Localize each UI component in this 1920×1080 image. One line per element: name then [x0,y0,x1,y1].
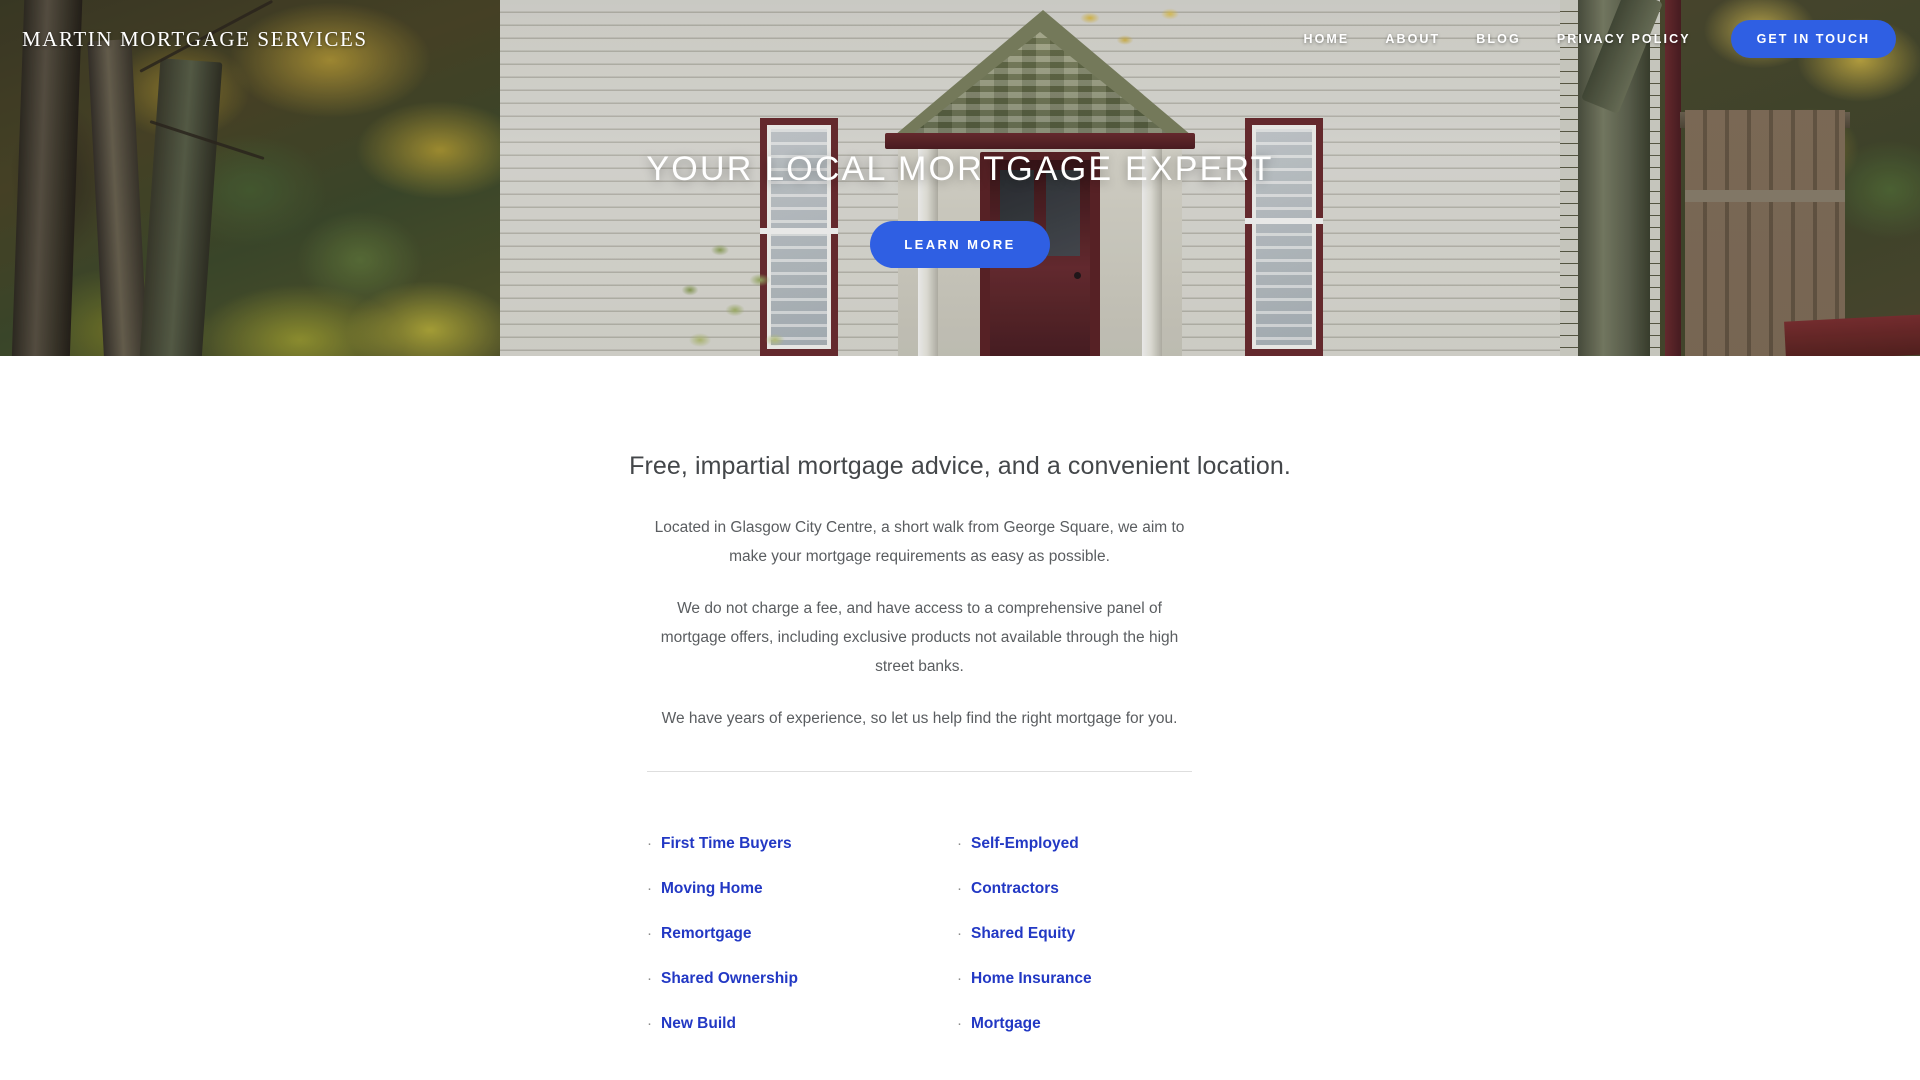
nav-item-about[interactable]: ABOUT [1367,32,1458,46]
service-link-self-employed[interactable]: Self-Employed [971,834,1079,854]
intro-paragraph-2: We do not charge a fee, and have access … [660,600,1179,675]
services-link-lists: · First Time Buyers · Moving Home · Remo… [647,772,1267,1059]
list-item: · Shared Equity [957,924,1267,944]
service-link-mortgage[interactable]: Mortgage [971,1014,1041,1034]
nav-item-home[interactable]: HOME [1285,32,1367,46]
list-item: · Self-Employed [957,834,1267,854]
bullet-icon: · [647,1015,652,1032]
bullet-icon: · [957,880,962,897]
hero-title: YOUR LOCAL MORTGAGE EXPERT [646,150,1274,188]
service-link-shared-ownership[interactable]: Shared Ownership [661,969,798,989]
bullet-icon: · [957,835,962,852]
list-item: · Shared Ownership [647,969,957,989]
learn-more-button[interactable]: LEARN MORE [870,221,1050,268]
intro-copy: Located in Glasgow City Centre, a short … [647,481,1192,733]
service-link-shared-equity[interactable]: Shared Equity [971,924,1075,944]
main-content: Free, impartial mortgage advice, and a c… [0,356,1920,1059]
list-item: · First Time Buyers [647,834,957,854]
site-logo[interactable]: MARTIN MORTGAGE SERVICES [22,27,368,52]
hero-content: YOUR LOCAL MORTGAGE EXPERT LEARN MORE [0,150,1920,268]
list-item: · Mortgage [957,1014,1267,1034]
nav-links-group: HOME ABOUT BLOG PRIVACY POLICY GET IN TO… [1285,20,1920,58]
services-column-left: · First Time Buyers · Moving Home · Remo… [647,834,957,1059]
intro-heading: Free, impartial mortgage advice, and a c… [629,452,1291,480]
hero-section: MARTIN MORTGAGE SERVICES HOME ABOUT BLOG… [0,0,1920,356]
intro-paragraph-3: We have years of experience, so let us h… [661,710,1178,727]
service-link-remortgage[interactable]: Remortgage [661,924,751,944]
bullet-icon: · [647,925,652,942]
bullet-icon: · [957,925,962,942]
list-item: · Home Insurance [957,969,1267,989]
nav-item-privacy-policy[interactable]: PRIVACY POLICY [1539,32,1709,46]
service-link-contractors[interactable]: Contractors [971,879,1059,899]
list-item: · New Build [647,1014,957,1034]
bullet-icon: · [647,835,652,852]
list-item: · Contractors [957,879,1267,899]
primary-navigation: MARTIN MORTGAGE SERVICES HOME ABOUT BLOG… [0,0,1920,78]
services-column-right: · Self-Employed · Contractors · Shared E… [957,834,1267,1059]
service-link-first-time-buyers[interactable]: First Time Buyers [661,834,792,854]
service-link-moving-home[interactable]: Moving Home [661,879,763,899]
bullet-icon: · [957,970,962,987]
get-in-touch-button[interactable]: GET IN TOUCH [1730,20,1896,58]
intro-paragraph-1: Located in Glasgow City Centre, a short … [654,519,1185,565]
list-item: · Remortgage [647,924,957,944]
bullet-icon: · [647,970,652,987]
bullet-icon: · [647,880,652,897]
list-item: · Moving Home [647,879,957,899]
service-link-home-insurance[interactable]: Home Insurance [971,969,1092,989]
nav-item-blog[interactable]: BLOG [1458,32,1539,46]
service-link-new-build[interactable]: New Build [661,1014,736,1034]
bullet-icon: · [957,1015,962,1032]
